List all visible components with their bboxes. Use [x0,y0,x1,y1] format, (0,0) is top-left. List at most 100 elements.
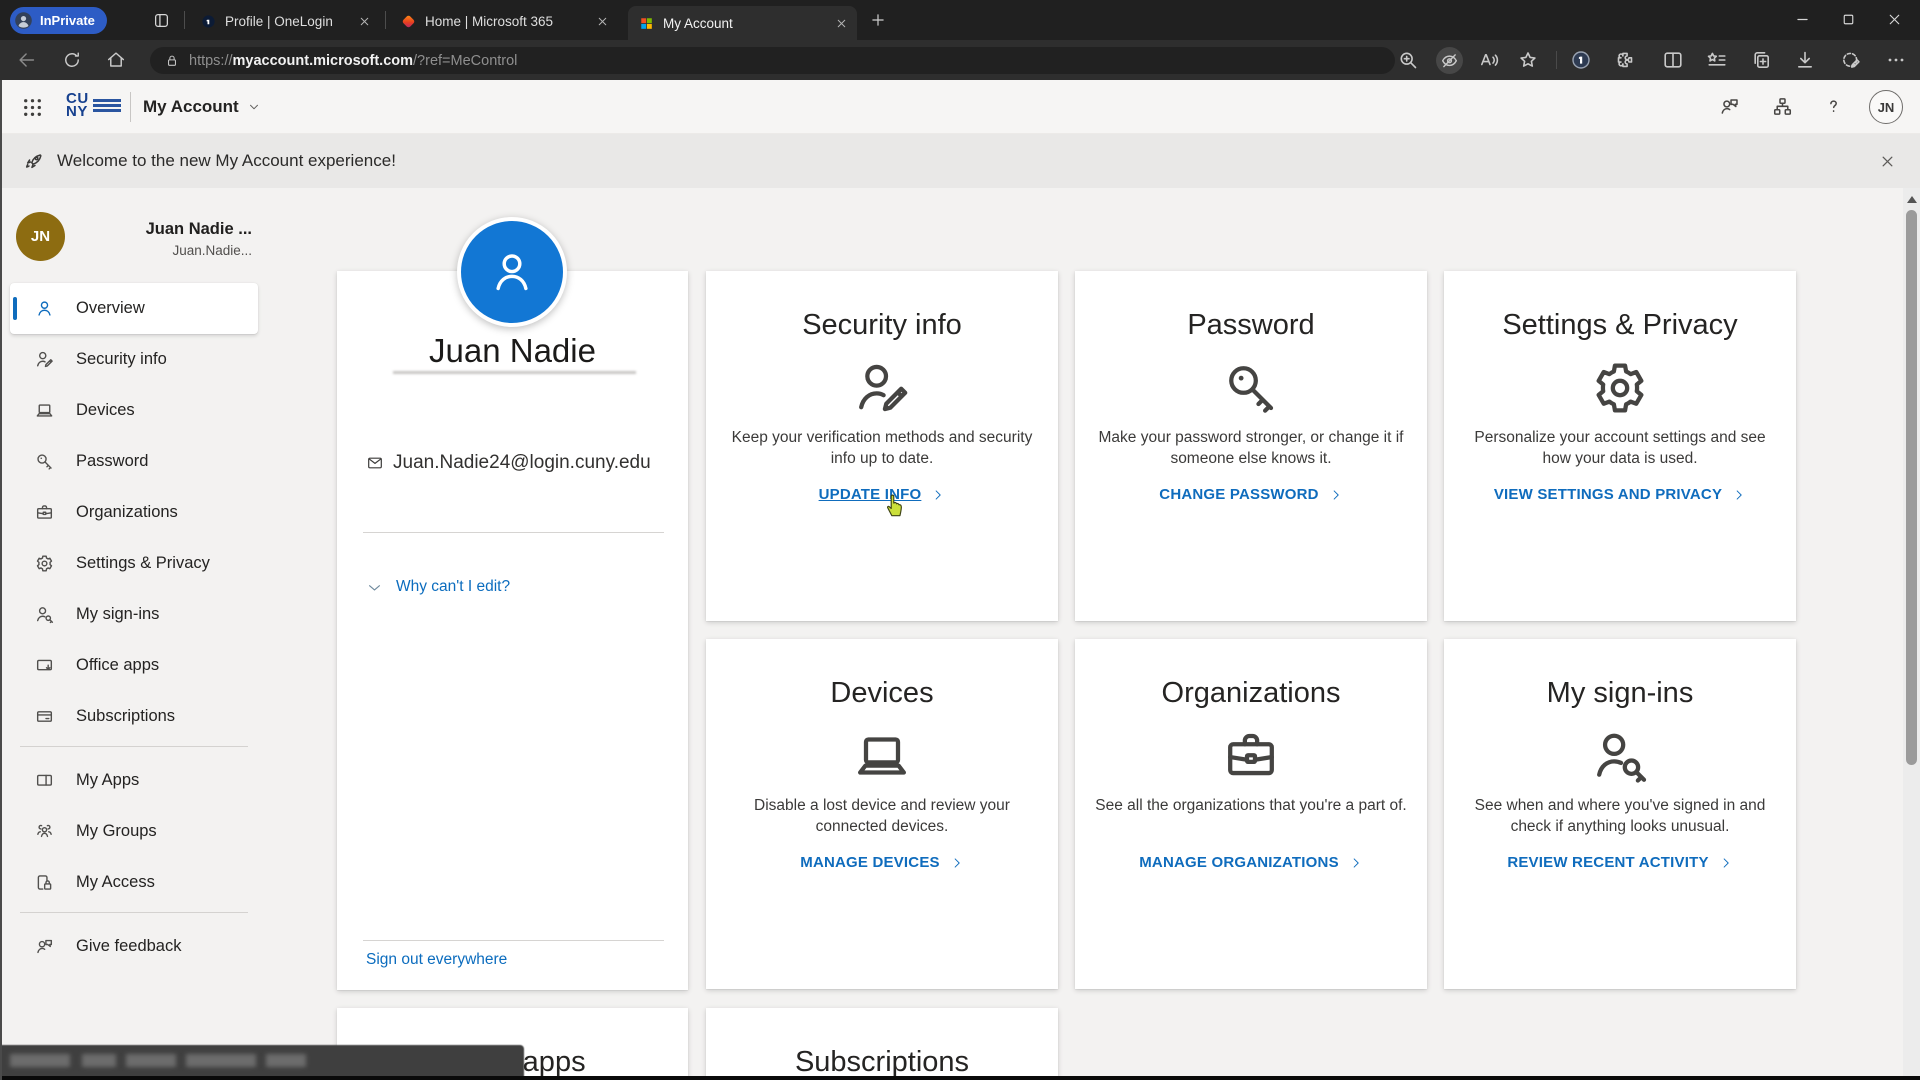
lock-icon [164,53,180,69]
maximize-button[interactable] [1825,0,1871,38]
sidebar-item-my-sign-ins[interactable]: My sign-ins [10,589,258,640]
banner-close-icon[interactable] [1878,152,1897,171]
product-label: My Account [143,97,239,117]
manage-devices-link[interactable]: MANAGE DEVICES [800,854,964,871]
my-apps-icon [34,770,55,791]
review-recent-activity-link[interactable]: REVIEW RECENT ACTIVITY [1507,854,1732,871]
app-header [0,80,1920,134]
tab-title: My Account [663,16,826,31]
sidebar-item-subscriptions[interactable]: Subscriptions [10,691,258,742]
tab-close-icon[interactable] [834,16,849,31]
more-icon[interactable] [1884,48,1908,72]
edit-help-row[interactable]: Why can't I edit? [366,578,510,596]
sign-out-everywhere-link[interactable]: Sign out everywhere [366,951,507,969]
favorites-bar-icon[interactable] [1705,48,1729,72]
sidebar-item-label: Give feedback [76,937,181,956]
profile-divider [363,532,664,533]
card-title: My sign-ins [1547,675,1694,711]
tab-close-icon[interactable] [595,14,610,29]
read-aloud-icon[interactable] [1477,48,1501,72]
logo-text-lines [93,97,121,114]
user-display-name: Juan Nadie ... [70,220,252,239]
feedback-icon [34,936,55,957]
chevron-right-icon [950,856,964,870]
card-title: Subscriptions [795,1044,969,1080]
favorites-star-icon[interactable] [1516,48,1540,72]
tab-activity-icon[interactable] [152,11,171,30]
refresh-icon[interactable] [61,49,83,71]
sidebar-item-my-groups[interactable]: My Groups [10,806,258,857]
why-cant-i-edit-link[interactable]: Why can't I edit? [396,578,510,596]
password-card: Password Make your password stronger, or… [1075,271,1427,621]
header-feedback-icon[interactable] [1718,95,1741,118]
account-avatar[interactable]: JN [1869,90,1903,124]
cuny-logo[interactable]: CUNY [66,92,121,118]
sidebar-item-label: Overview [76,299,145,318]
profile-name: Juan Nadie [337,332,688,370]
sidebar-item-my-access[interactable]: My Access [10,857,258,908]
scrollbar-up-arrow[interactable] [1907,196,1917,203]
sidebar-item-label: Office apps [76,656,159,675]
settings-privacy-icon [1588,356,1652,420]
view-settings-privacy-link[interactable]: VIEW SETTINGS AND PRIVACY [1494,486,1746,503]
chevron-right-icon [1719,856,1733,870]
close-window-button[interactable] [1871,0,1917,38]
product-switcher[interactable]: My Account [143,97,261,117]
card-description: Keep your verification methods and secur… [723,427,1041,473]
change-password-link[interactable]: CHANGE PASSWORD [1159,486,1342,503]
tab-close-icon[interactable] [357,14,372,29]
sidebar-item-settings-privacy[interactable]: Settings & Privacy [10,538,258,589]
inprivate-badge[interactable]: InPrivate [10,7,107,34]
tab-home-microsoft365[interactable]: Home | Microsoft 365 [390,5,618,38]
chevron-right-icon [1349,856,1363,870]
card-title: Security info [802,307,962,343]
extensions-icon[interactable] [1613,48,1637,72]
minimize-button[interactable] [1779,0,1825,38]
tracking-prevention-icon[interactable] [1436,47,1463,74]
m365-favicon [400,13,417,30]
devices-card: Devices Disable a lost device and review… [706,639,1058,989]
zoom-in-icon[interactable] [1396,48,1420,72]
sidebar-item-password[interactable]: Password [10,436,258,487]
password-manager-icon[interactable] [1569,48,1593,72]
my-sign-ins-card: My sign-ins See when and where you've si… [1444,639,1796,989]
web-capture-icon[interactable] [1839,48,1863,72]
sidebar-item-label: My Apps [76,771,139,790]
downloads-icon[interactable] [1793,48,1817,72]
card-description: Personalize your account settings and se… [1461,427,1779,473]
split-screen-icon[interactable] [1661,48,1685,72]
sidebar-item-label: Password [76,452,148,471]
sidebar-item-organizations[interactable]: Organizations [10,487,258,538]
sidebar-item-label: Subscriptions [76,707,175,726]
sidebar-item-my-apps[interactable]: My Apps [10,755,258,806]
close-window-icon [1886,11,1903,28]
tab-title: Home | Microsoft 365 [425,14,587,29]
waffle-icon[interactable] [20,95,45,120]
sidebar-item-office-apps[interactable]: Office apps [10,640,258,691]
home-icon[interactable] [105,49,127,71]
profile-avatar[interactable] [457,217,567,327]
sidebar-item-devices[interactable]: Devices [10,385,258,436]
sidebar-item-give-feedback[interactable]: Give feedback [10,921,258,972]
address-bar[interactable]: https://myaccount.microsoft.com/?ref=MeC… [150,47,1395,74]
card-title: Password [1187,307,1314,343]
sidebar-divider [20,746,248,747]
security-info-icon [850,356,914,420]
back-icon[interactable] [16,49,38,71]
profile-card [337,271,688,990]
scrollbar-thumb[interactable] [1906,210,1917,765]
window-bottom-edge [0,1076,1920,1080]
page-scrollbar[interactable] [1903,188,1920,1076]
tab-profile-onelogin[interactable]: Profile | OneLogin [190,5,380,38]
new-tab-icon[interactable] [869,11,887,29]
org-chart-icon[interactable] [1771,95,1794,118]
sidebar-avatar[interactable]: JN [16,212,65,261]
office-apps-icon [34,655,55,676]
tab-my-account[interactable]: My Account [628,6,857,40]
help-icon[interactable] [1822,95,1845,118]
sidebar-item-overview[interactable]: Overview [10,283,258,334]
sidebar-item-security-info[interactable]: Security info [10,334,258,385]
collections-icon[interactable] [1749,48,1773,72]
manage-organizations-link[interactable]: MANAGE ORGANIZATIONS [1139,854,1363,871]
tab-separator [184,11,185,29]
